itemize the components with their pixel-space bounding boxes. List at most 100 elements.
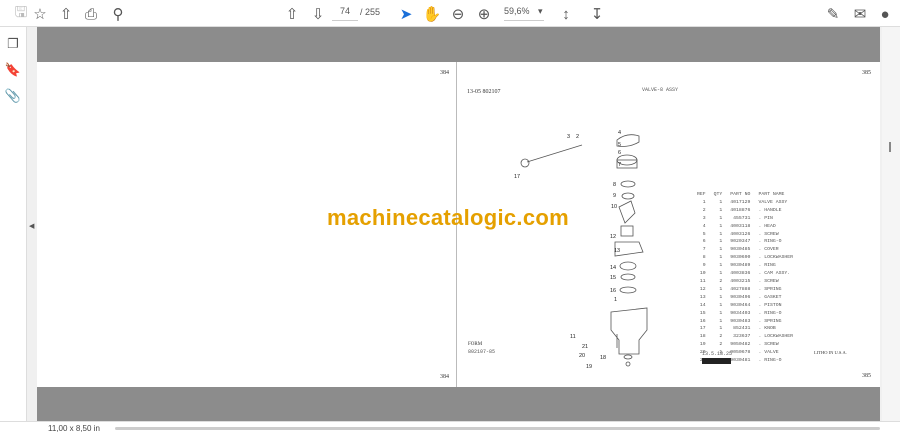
- callout: 7: [618, 162, 622, 168]
- previous-page-arrow[interactable]: ◀: [29, 222, 34, 230]
- table-row: 3 1 455731 . PIN: [694, 216, 796, 222]
- account-icon[interactable]: ●: [875, 4, 895, 24]
- horizontal-scrollbar[interactable]: [115, 427, 880, 430]
- search-icon[interactable]: ⚲: [108, 4, 128, 24]
- attachments-icon[interactable]: 📎: [4, 88, 22, 106]
- next-page-button[interactable]: ⇩: [308, 4, 328, 24]
- table-cell: 1: [719, 318, 723, 324]
- page-fit-icon[interactable]: ↕: [556, 4, 576, 24]
- table-row: 12 1 4027888 . SPRING: [694, 287, 796, 293]
- table-cell: 15: [699, 310, 706, 316]
- table-cell: 11: [699, 278, 706, 284]
- callout: 18: [600, 355, 607, 361]
- total-pages: / 255: [360, 7, 381, 17]
- table-cell: 455731: [733, 215, 751, 221]
- table-cell: 2: [719, 342, 723, 348]
- table-cell: 4017129: [730, 199, 751, 205]
- table-cell: 12: [699, 286, 706, 292]
- zoom-in-button[interactable]: ⊕: [474, 4, 494, 24]
- callout: 8: [613, 182, 617, 188]
- zoom-out-button[interactable]: ⊖: [448, 4, 468, 24]
- column-header: REF: [697, 192, 706, 197]
- table-cell: 2: [702, 207, 706, 213]
- table-cell: . LOCKWASHER: [758, 255, 793, 261]
- scrollbar-thumb[interactable]: [889, 142, 891, 152]
- print-icon[interactable]: ⎙: [81, 4, 101, 24]
- callout: 11: [570, 334, 576, 340]
- callout: 10: [611, 204, 618, 210]
- litho-note: LITHO IN U.S.A.: [814, 350, 847, 355]
- bookmark-star-icon[interactable]: ☆: [30, 4, 50, 24]
- table-cell: 1: [719, 294, 723, 300]
- toolbar: 🖫 ☆ ⇧ ⎙ ⚲ ⇧ ⇩ 74 / 255 ➤ ✋ ⊖ ⊕ 59,6% ▾ ↕…: [0, 0, 900, 27]
- table-cell: 1: [719, 326, 723, 332]
- table-cell: 1: [719, 255, 723, 261]
- table-cell: 1: [719, 310, 723, 316]
- watermark: machinecatalogic.com: [327, 205, 569, 230]
- zoom-select[interactable]: 59,6% ▾: [504, 6, 544, 21]
- select-cursor-icon[interactable]: ➤: [396, 4, 416, 24]
- table-cell: 14: [699, 302, 706, 308]
- zoom-value: 59,6%: [504, 6, 530, 16]
- previous-page-button[interactable]: ⇧: [282, 4, 302, 24]
- table-cell: 9020347: [730, 239, 751, 245]
- table-row: 6 1 9020347 . RING-O: [694, 239, 796, 245]
- page-number-input[interactable]: 74: [332, 6, 358, 21]
- mail-icon[interactable]: ✉: [850, 4, 870, 24]
- table-cell: 1: [719, 223, 723, 229]
- hand-tool-icon[interactable]: ✋: [422, 4, 442, 24]
- page-gap-top: [37, 27, 880, 62]
- table-cell: 1: [719, 207, 723, 213]
- callout: 17: [514, 174, 521, 180]
- sign-icon[interactable]: ✎: [823, 4, 843, 24]
- left-sidebar: ❐ 🔖 📎: [0, 27, 27, 421]
- table-cell: . GASKET: [758, 294, 782, 300]
- table-cell: 8: [702, 255, 706, 261]
- callout: 1: [614, 297, 618, 303]
- table-cell: 3: [702, 215, 706, 221]
- table-cell: . SPRING: [758, 318, 782, 324]
- table-cell: . HEAD: [758, 223, 776, 229]
- scroll-mode-icon[interactable]: ↧: [587, 4, 607, 24]
- table-cell: 1: [719, 215, 723, 221]
- table-cell: 4003118: [730, 223, 751, 229]
- diagram-title: VALVE-8 ASSY: [642, 87, 679, 93]
- table-cell: 1: [719, 286, 723, 292]
- table-cell: 4027888: [730, 286, 751, 292]
- table-row: 10 1 4003836 . CAM ASSY.: [694, 271, 796, 277]
- vertical-scrollbar[interactable]: [882, 27, 900, 421]
- table-cell: . SCREW: [758, 231, 779, 237]
- table-cell: . SPRING: [758, 286, 782, 292]
- callout: 13: [614, 248, 621, 254]
- table-cell: 9050482: [730, 342, 751, 348]
- bookmarks-icon[interactable]: 🔖: [4, 62, 22, 80]
- save-icon[interactable]: 🖫: [11, 4, 31, 24]
- callout: 14: [610, 265, 617, 271]
- table-cell: . COVER: [758, 247, 779, 253]
- callout: 16: [610, 288, 617, 294]
- table-cell: . RING: [758, 263, 776, 269]
- table-row: 14 1 9030464 . PISTON: [694, 303, 796, 309]
- table-cell: . VALVE: [758, 350, 779, 356]
- table-cell: 4018876: [730, 207, 751, 213]
- table-cell: VALVE ASSY: [758, 199, 788, 205]
- column-header: PART NO: [730, 192, 751, 197]
- table-row: 8 1 9030690 . LOCKWASHER: [694, 255, 796, 261]
- table-cell: 16: [699, 318, 706, 324]
- table-row: 17 1 852431 . KNOB: [694, 326, 796, 332]
- exploded-parts-diagram: [520, 134, 648, 367]
- chevron-down-icon: ▾: [538, 6, 543, 16]
- table-cell: 9: [702, 263, 706, 269]
- pages-thumbnails-icon[interactable]: ❐: [4, 36, 22, 54]
- left-page-number: 384: [440, 70, 449, 76]
- table-row: 9 1 9030489 . RING: [694, 263, 796, 269]
- table-cell: . RING-O: [758, 310, 782, 316]
- table-cell: . SCREW: [758, 278, 779, 284]
- table-cell: 4003836: [730, 271, 751, 277]
- table-cell: 1: [702, 199, 706, 205]
- left-page-number-bottom: 384: [440, 374, 449, 380]
- table-row: 4 1 4003118 . HEAD: [694, 224, 796, 230]
- callout: 5: [618, 142, 622, 148]
- table-cell: 1: [719, 247, 723, 253]
- upload-cloud-icon[interactable]: ⇧: [56, 4, 76, 24]
